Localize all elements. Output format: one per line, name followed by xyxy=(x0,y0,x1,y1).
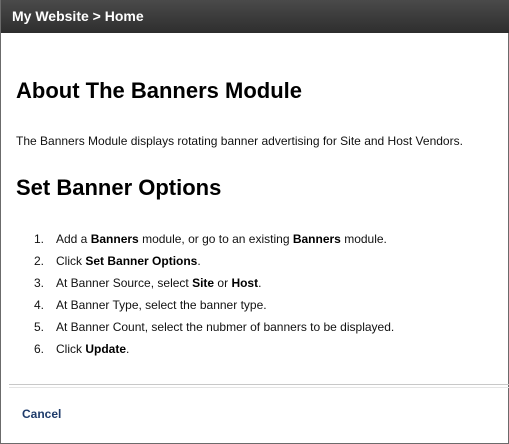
step-text: At Banner Type, select the banner type. xyxy=(56,298,267,312)
step-text-run: At Banner Type, select the banner type. xyxy=(56,298,267,312)
step-emphasis: Banners xyxy=(292,232,341,246)
step-number: 4. xyxy=(34,298,45,312)
cancel-button[interactable]: Cancel xyxy=(22,407,61,421)
step-emphasis: Set Banner Options xyxy=(85,254,198,268)
step-text-run: Add a xyxy=(56,232,91,246)
section-heading: Set Banner Options xyxy=(16,175,222,200)
step-number: 3. xyxy=(34,276,45,290)
list-item: 3. At Banner Source, select Site or Host. xyxy=(34,272,394,294)
step-text-run: At Banner Source, select xyxy=(56,276,193,290)
list-item: 4. At Banner Type, select the banner type… xyxy=(34,294,394,316)
step-text-run: . xyxy=(197,254,201,268)
step-number: 2. xyxy=(34,254,45,268)
step-number: 5. xyxy=(34,320,45,334)
popup-window: My Website > Home About The Banners Modu… xyxy=(0,0,509,444)
step-emphasis: Update xyxy=(85,342,127,356)
step-emphasis: Banners xyxy=(90,232,139,246)
step-text-run: or xyxy=(214,276,232,290)
page-title: About The Banners Module xyxy=(16,78,302,103)
step-text-run: Click xyxy=(56,342,86,356)
list-item: 6. Click Update. xyxy=(34,338,394,360)
step-text: At Banner Count, select the nubmer of ba… xyxy=(56,320,394,334)
list-item: 2. Click Set Banner Options. xyxy=(34,250,394,272)
footer-divider xyxy=(9,384,509,388)
step-text-run: . xyxy=(126,342,130,356)
step-number: 1. xyxy=(34,232,45,246)
list-item: 5. At Banner Count, select the nubmer of … xyxy=(34,316,394,338)
breadcrumb: My Website > Home xyxy=(12,8,144,24)
list-item: 1. Add a Banners module, or go to an exis… xyxy=(34,228,394,250)
step-text: At Banner Source, select Site or Host. xyxy=(56,276,261,290)
steps-list: 1. Add a Banners module, or go to an exis… xyxy=(34,228,394,360)
step-text: Click Set Banner Options. xyxy=(56,254,201,268)
step-text-run: module. xyxy=(340,232,387,246)
step-text: Add a Banners module, or go to an existi… xyxy=(56,232,387,246)
step-emphasis: Host xyxy=(231,276,259,290)
module-description: The Banners Module displays rotating ban… xyxy=(16,134,463,148)
help-content: About The Banners Module The Banners Mod… xyxy=(1,33,508,383)
step-text-run: module, or go to an existing xyxy=(138,232,293,246)
step-text-run: . xyxy=(258,276,262,290)
step-text-run: Click xyxy=(56,254,86,268)
step-emphasis: Site xyxy=(192,276,215,290)
title-bar: My Website > Home xyxy=(1,0,509,33)
step-text: Click Update. xyxy=(56,342,129,356)
step-number: 6. xyxy=(34,342,45,356)
step-text-run: At Banner Count, select the nubmer of ba… xyxy=(56,320,395,334)
